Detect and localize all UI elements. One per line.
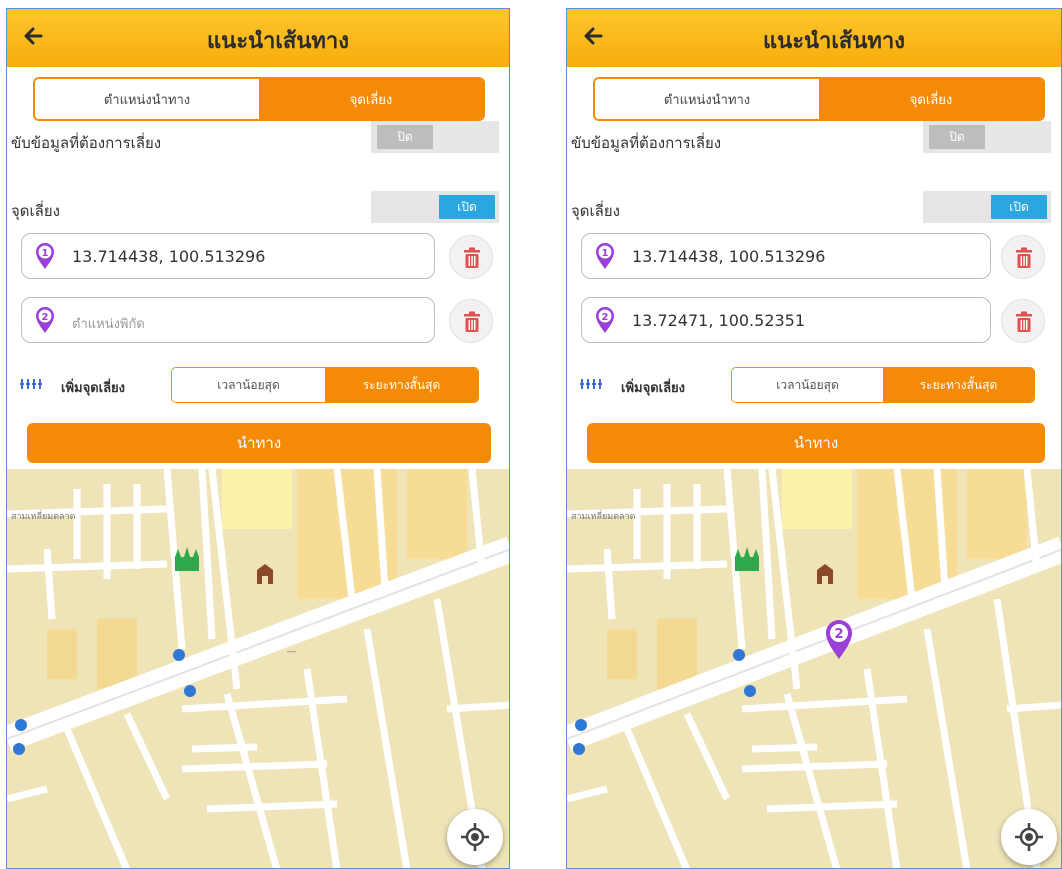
svg-text:―: ― xyxy=(287,647,296,657)
delete-point-1-button[interactable] xyxy=(1001,235,1045,279)
avoid-points-label: จุดเลี่ยง xyxy=(11,202,60,220)
avoid-points-label: จุดเลี่ยง xyxy=(571,202,620,220)
svg-text:2: 2 xyxy=(602,312,609,323)
option-shortest-time[interactable]: เวลาน้อยสุด xyxy=(172,368,325,402)
tab-avoid-points[interactable]: จุดเลี่ยง xyxy=(819,79,1043,119)
point-1-value: 13.714438, 100.513296 xyxy=(632,247,826,266)
point-2-value: 13.72471, 100.52351 xyxy=(632,311,806,330)
avoid-data-toggle[interactable]: ปิด xyxy=(371,121,499,153)
delete-point-2-button[interactable] xyxy=(1001,299,1045,343)
map-view[interactable]: ― สามเหลี่ยมตลาด xyxy=(7,469,509,868)
toggle-state: ปิด xyxy=(929,125,985,149)
avoid-points-toggle[interactable]: เปิด xyxy=(371,191,499,223)
add-waypoint-label[interactable]: เพิ่มจุดเลี่ยง xyxy=(61,377,125,398)
point-2-placeholder: ตำแหน่งพิกัด xyxy=(72,317,145,332)
option-shortest-distance[interactable]: ระยะทางสั้นสุด xyxy=(883,368,1034,402)
page-title: แนะนำเส้นทาง xyxy=(206,29,349,54)
my-location-button[interactable] xyxy=(1001,809,1057,865)
location-pin-icon: 1 xyxy=(596,243,614,269)
location-pin-icon: 1 xyxy=(36,243,54,269)
toggle-state: ปิด xyxy=(377,125,433,149)
point-1-field[interactable]: 1 13.714438, 100.513296 xyxy=(21,233,435,279)
mode-tabs: ตำแหน่งนำทาง จุดเลี่ยง xyxy=(33,77,485,121)
route-options-row: เพิ่มจุดเลี่ยง เวลาน้อยสุด ระยะทางสั้นสุ… xyxy=(567,365,1061,405)
tab-avoid-points[interactable]: จุดเลี่ยง xyxy=(259,79,483,119)
add-waypoint-label[interactable]: เพิ่มจุดเลี่ยง xyxy=(621,377,685,398)
toggle-state: เปิด xyxy=(439,195,495,219)
add-waypoint-icon[interactable] xyxy=(579,377,611,391)
avoid-data-label: ขับข้อมูลที่ต้องการเลี่ยง xyxy=(571,134,722,152)
my-location-button[interactable] xyxy=(447,809,503,865)
navigate-button[interactable]: นำทาง xyxy=(587,423,1045,463)
trash-icon xyxy=(464,311,480,332)
point-1-value: 13.714438, 100.513296 xyxy=(72,247,266,266)
avoid-data-toggle[interactable]: ปิด xyxy=(923,121,1051,153)
location-pin-icon: 2 xyxy=(36,307,54,333)
page-title: แนะนำเส้นทาง xyxy=(762,29,905,54)
avoid-data-label: ขับข้อมูลที่ต้องการเลี่ยง xyxy=(11,134,162,152)
trash-icon xyxy=(1016,247,1032,268)
trash-icon xyxy=(464,247,480,268)
route-options-row: เพิ่มจุดเลี่ยง เวลาน้อยสุด ระยะทางสั้นสุ… xyxy=(7,365,509,405)
delete-point-2-button[interactable] xyxy=(449,299,493,343)
mode-tabs: ตำแหน่งนำทาง จุดเลี่ยง xyxy=(593,77,1045,121)
my-location-icon xyxy=(461,823,489,851)
navigate-button[interactable]: นำทาง xyxy=(27,423,491,463)
point-2-field[interactable]: 2 ตำแหน่งพิกัด xyxy=(21,297,435,343)
trash-icon xyxy=(1016,311,1032,332)
svg-text:1: 1 xyxy=(602,248,609,259)
route-mode-tabs: เวลาน้อยสุด ระยะทางสั้นสุด xyxy=(171,367,479,403)
avoid-point-marker-label: 2 xyxy=(834,627,843,642)
my-location-icon xyxy=(1015,823,1043,851)
location-pin-icon: 2 xyxy=(596,307,614,333)
toggle-state: เปิด xyxy=(991,195,1047,219)
option-shortest-time[interactable]: เวลาน้อยสุด xyxy=(732,368,883,402)
option-shortest-distance[interactable]: ระยะทางสั้นสุด xyxy=(325,368,478,402)
screen-left: แนะนำเส้นทาง ตำแหน่งนำทาง จุดเลี่ยง ขับข… xyxy=(6,8,510,869)
app-bar: แนะนำเส้นทาง xyxy=(567,9,1061,67)
point-2-field[interactable]: 2 13.72471, 100.52351 xyxy=(581,297,991,343)
point-1-field[interactable]: 1 13.714438, 100.513296 xyxy=(581,233,991,279)
svg-text:2: 2 xyxy=(42,312,49,323)
app-bar: แนะนำเส้นทาง xyxy=(7,9,509,67)
avoid-points-toggle[interactable]: เปิด xyxy=(923,191,1051,223)
tab-destination[interactable]: ตำแหน่งนำทาง xyxy=(35,79,259,119)
screen-right: แนะนำเส้นทาง ตำแหน่งนำทาง จุดเลี่ยง ขับข… xyxy=(566,8,1062,869)
tab-destination[interactable]: ตำแหน่งนำทาง xyxy=(595,79,819,119)
map-view[interactable]: สามเหลี่ยมตลาด 2 xyxy=(567,469,1061,868)
delete-point-1-button[interactable] xyxy=(449,235,493,279)
add-waypoint-icon[interactable] xyxy=(19,377,51,391)
svg-text:1: 1 xyxy=(42,248,49,259)
route-mode-tabs: เวลาน้อยสุด ระยะทางสั้นสุด xyxy=(731,367,1035,403)
